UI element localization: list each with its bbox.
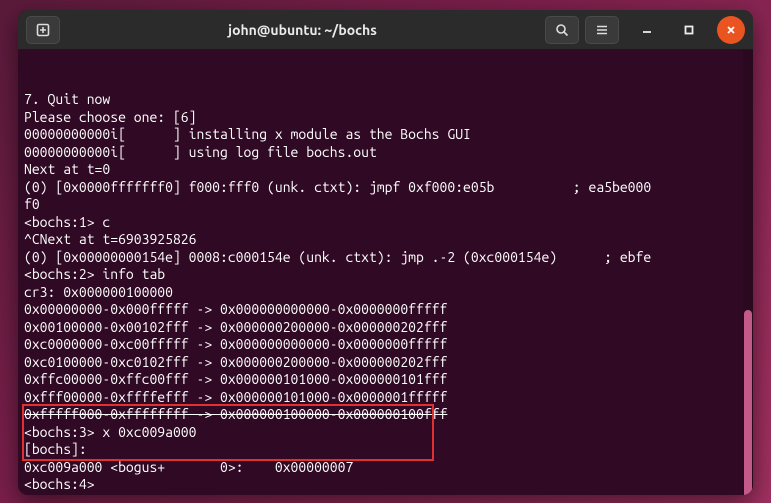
terminal-line: 7. Quit now [24, 91, 749, 109]
window-title: john@ubuntu: ~/bochs [66, 22, 539, 38]
terminal-line: 0x00100000-0x00102fff -> 0x000000200000-… [24, 319, 749, 337]
terminal-line: 00000000000i[ ] using log file bochs.out [24, 144, 749, 162]
terminal-line: 0x00000000-0x000fffff -> 0x000000000000-… [24, 301, 749, 319]
terminal-line: Please choose one: [6] [24, 109, 749, 127]
terminal-line: <bochs:3> x 0xc009a000 [24, 424, 749, 442]
new-tab-icon [36, 23, 50, 37]
scrollbar-thumb[interactable] [744, 310, 752, 495]
scrollbar-track[interactable] [743, 50, 753, 495]
terminal-line: 0xfff00000-0xffffefff -> 0x000000101000-… [24, 389, 749, 407]
terminal-line: 0xc009a000 <bogus+ 0>: 0x00000007 [24, 459, 749, 477]
menu-button[interactable] [585, 16, 619, 44]
terminal-line: 0xc0100000-0xc0102fff -> 0x000000200000-… [24, 354, 749, 372]
maximize-button[interactable] [675, 16, 703, 44]
terminal-line: (0) [0x0000fffffff0] f000:fff0 (unk. ctx… [24, 179, 749, 197]
terminal-line: cr3: 0x000000100000 [24, 284, 749, 302]
terminal-line: 00000000000i[ ] installing x module as t… [24, 126, 749, 144]
terminal-line: <bochs:1> c [24, 214, 749, 232]
close-icon [725, 24, 737, 36]
terminal-line: 0xc0000000-0xc00fffff -> 0x000000000000-… [24, 336, 749, 354]
terminal-line: 0xfffff000-0xffffffff -> 0x000000100000-… [24, 406, 749, 424]
titlebar-right [545, 16, 745, 44]
new-tab-button[interactable] [26, 16, 60, 44]
terminal-line: <bochs:4> [24, 476, 749, 494]
terminal-line: f0 [24, 196, 749, 214]
search-icon [555, 23, 569, 37]
terminal-line: [bochs]: [24, 441, 749, 459]
minimize-button[interactable] [633, 16, 661, 44]
terminal-line: ^CNext at t=6903925826 [24, 231, 749, 249]
terminal-output[interactable]: 7. Quit nowPlease choose one: [6]0000000… [18, 50, 753, 495]
terminal-line: <bochs:2> info tab [24, 266, 749, 284]
maximize-icon [683, 24, 695, 36]
hamburger-icon [595, 23, 609, 37]
terminal-line: Next at t=0 [24, 161, 749, 179]
close-button[interactable] [717, 16, 745, 44]
terminal-window: john@ubuntu: ~/bochs [18, 10, 753, 495]
terminal-line: 0xffc00000-0xffc00fff -> 0x000000101000-… [24, 371, 749, 389]
titlebar: john@ubuntu: ~/bochs [18, 10, 753, 50]
terminal-line: (0) [0x00000000154e] 0008:c000154e (unk.… [24, 249, 749, 267]
search-button[interactable] [545, 16, 579, 44]
minimize-icon [641, 24, 653, 36]
